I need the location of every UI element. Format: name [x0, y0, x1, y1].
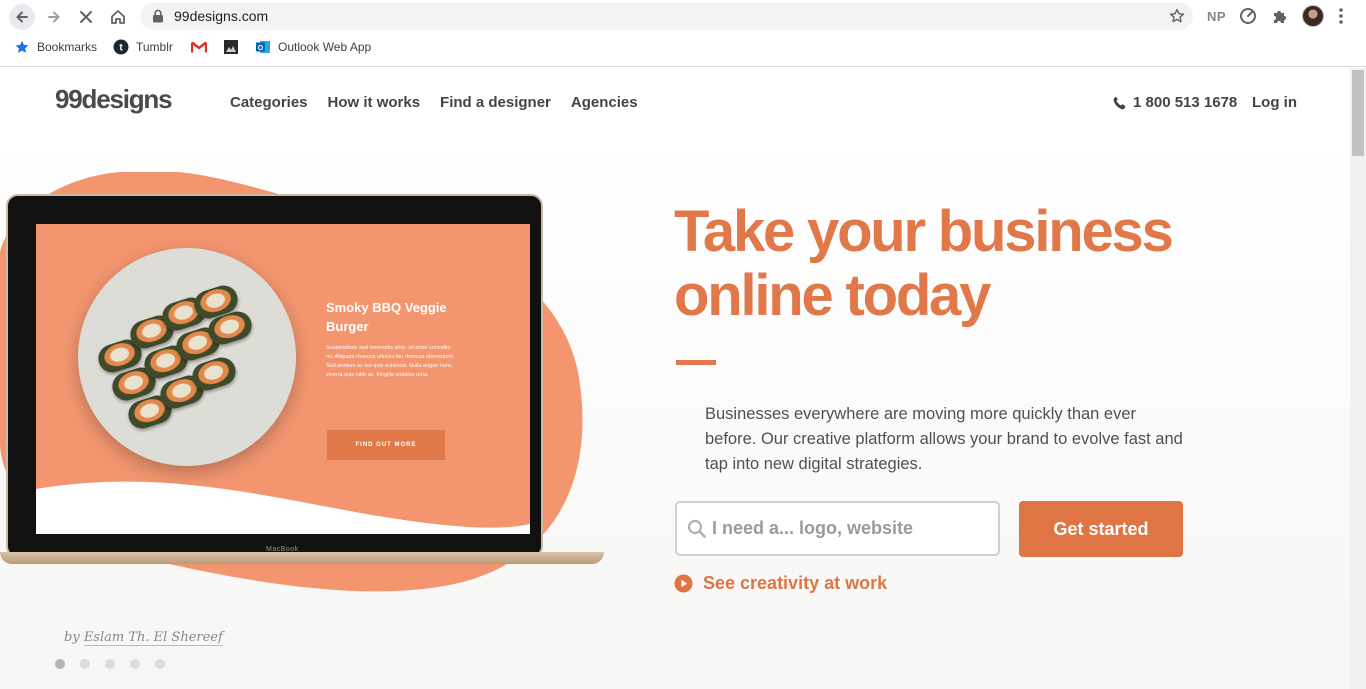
bookmark-bookmarks[interactable]: Bookmarks: [14, 39, 97, 55]
site-logo[interactable]: 99designs: [55, 84, 173, 115]
star-icon: [14, 39, 30, 55]
mockup-find-out-more-button: FIND OUT MORE: [327, 430, 445, 460]
bookmark-label: Tumblr: [136, 40, 173, 54]
nav-find-designer[interactable]: Find a designer: [440, 94, 551, 111]
food-plate-image: [78, 248, 296, 466]
carousel-dot[interactable]: [55, 659, 65, 669]
star-icon[interactable]: [1169, 8, 1185, 24]
speedometer-icon[interactable]: [1239, 7, 1257, 25]
see-creativity-link[interactable]: See creativity at work: [674, 573, 887, 594]
mockup-recipe-title: Smoky BBQ Veggie Burger: [326, 300, 447, 334]
bookmarks-bar: Bookmarks t Tumblr O Outlook Web App: [0, 36, 1366, 60]
browser-chrome: 99designs.com NP Bookmarks t Tumblr O Ou…: [0, 0, 1366, 67]
back-button[interactable]: [9, 4, 35, 30]
close-icon: [80, 11, 92, 23]
phone-number[interactable]: 1 800 513 1678: [1112, 94, 1237, 111]
mockup-recipe-body: Suspendisse sed venenatis ante, sit amet…: [326, 345, 455, 378]
browser-toolbar: 99designs.com NP: [0, 0, 1366, 34]
get-started-button[interactable]: Get started: [1019, 501, 1183, 557]
stop-loading-button[interactable]: [73, 4, 99, 30]
arrow-left-icon: [16, 11, 28, 23]
more-vert-icon[interactable]: [1338, 7, 1344, 25]
carousel-dots: [55, 659, 165, 669]
carousel-dot[interactable]: [155, 659, 165, 669]
gmail-icon: [191, 39, 207, 55]
puzzle-icon[interactable]: [1271, 7, 1289, 25]
home-button[interactable]: [105, 4, 131, 30]
phone-text: 1 800 513 1678: [1133, 94, 1238, 111]
screen-wave-shape: [36, 481, 530, 534]
nav-agencies[interactable]: Agencies: [571, 94, 638, 111]
phone-icon: [1113, 96, 1126, 109]
tumblr-icon: t: [113, 39, 129, 55]
headline-accent-bar: [676, 360, 716, 365]
svg-text:O: O: [258, 45, 264, 52]
bookmark-label: Bookmarks: [37, 40, 98, 54]
carousel-dot[interactable]: [80, 659, 90, 669]
bookmark-image[interactable]: [223, 39, 239, 55]
scrollbar-thumb[interactable]: [1352, 70, 1364, 156]
url-text[interactable]: 99designs.com: [174, 8, 268, 24]
carousel-dot[interactable]: [130, 659, 140, 669]
main-nav: Categories How it works Find a designer …: [230, 94, 638, 111]
profile-avatar[interactable]: [1302, 5, 1324, 27]
bookmark-tumblr[interactable]: t Tumblr: [113, 39, 173, 55]
bookmark-gmail[interactable]: [191, 39, 207, 55]
address-bar[interactable]: 99designs.com: [140, 3, 1193, 30]
arrow-right-icon: [48, 11, 60, 23]
nav-categories[interactable]: Categories: [230, 94, 308, 111]
login-link[interactable]: Log in: [1252, 94, 1297, 111]
forward-button[interactable]: [41, 4, 67, 30]
home-icon: [111, 10, 125, 24]
extension-np-icon[interactable]: NP: [1207, 9, 1226, 24]
search-input[interactable]: [712, 503, 992, 554]
see-creativity-label: See creativity at work: [703, 573, 888, 593]
credit-prefix: by: [64, 630, 80, 645]
designer-credit: by Eslam Th. El Shereef: [64, 630, 223, 646]
carousel-dot[interactable]: [105, 659, 115, 669]
design-search-box[interactable]: [675, 501, 1000, 556]
bookmark-outlook[interactable]: O Outlook Web App: [255, 39, 371, 55]
play-circle-icon: [674, 574, 693, 593]
outlook-icon: O: [255, 39, 271, 55]
hero-description: Businesses everywhere are moving more qu…: [705, 405, 1183, 473]
hero-headline: Take your business online today: [674, 199, 1174, 328]
credit-designer-name[interactable]: Eslam Th. El Shereef: [83, 630, 223, 646]
laptop-base: [0, 552, 604, 564]
bookmark-label: Outlook Web App: [278, 40, 372, 54]
page-scrollbar[interactable]: [1350, 68, 1366, 689]
nav-how-it-works[interactable]: How it works: [328, 94, 421, 111]
laptop-screen: Smoky BBQ Veggie Burger Suspendisse sed …: [36, 224, 530, 534]
search-icon: [687, 519, 706, 538]
page-content: 99designs Categories How it works Find a…: [0, 68, 1350, 689]
lock-icon: [153, 9, 163, 23]
image-icon: [223, 39, 239, 55]
laptop-screen-frame: Smoky BBQ Veggie Burger Suspendisse sed …: [6, 194, 543, 558]
